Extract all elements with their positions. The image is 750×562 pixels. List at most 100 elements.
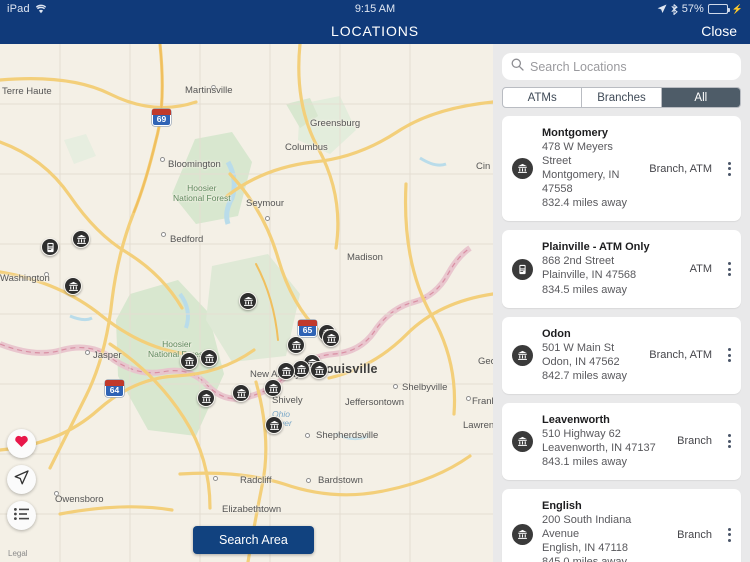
- map-pin-branch[interactable]: [310, 361, 328, 379]
- location-card[interactable]: English 200 South Indiana Avenue English, …: [502, 489, 741, 562]
- search-container: [493, 44, 750, 87]
- location-card[interactable]: Leavenworth 510 Highway 62 Leavenworth, IN…: [502, 402, 741, 481]
- location-card[interactable]: Montgomery 478 W Meyers Street Montgomery,…: [502, 116, 741, 222]
- map-city-dot: [211, 85, 216, 90]
- location-details: Leavenworth 510 Highway 62 Leavenworth, IN…: [542, 414, 664, 469]
- location-details: Montgomery 478 W Meyers Street Montgomery,…: [542, 127, 636, 210]
- locations-panel: ATMsBranchesAll Montgomery 478 W Meyers S…: [493, 44, 750, 562]
- map-city-dot: [213, 476, 218, 481]
- locations-list[interactable]: Montgomery 478 W Meyers Street Montgomery,…: [493, 116, 750, 562]
- map-city-dot: [54, 491, 59, 496]
- location-name: Plainville - ATM Only: [542, 241, 650, 254]
- status-bar: iPad 9:15 AM 57% ⚡: [0, 0, 750, 18]
- location-details: English 200 South Indiana Avenue English, …: [542, 500, 664, 562]
- location-card[interactable]: Plainville - ATM Only 868 2nd Street Plain…: [502, 230, 741, 308]
- location-name: Montgomery: [542, 127, 608, 139]
- map-city-dot: [265, 216, 270, 221]
- highway-shield-icon: 65: [298, 320, 317, 337]
- map-view[interactable]: Terre Haute Martinsville Bloomington Greens…: [0, 44, 493, 562]
- filter-tab-all[interactable]: All: [661, 88, 740, 107]
- map-pin-branch[interactable]: [277, 362, 295, 380]
- location-type-label: Branch, ATM: [649, 162, 712, 175]
- bank-building-icon: [512, 158, 533, 180]
- location-street: 501 W Main St: [542, 341, 615, 354]
- location-citystate: Plainville, IN 47568: [542, 269, 637, 282]
- bank-building-icon: [512, 524, 533, 546]
- locate-me-button[interactable]: [7, 465, 36, 494]
- location-name: Odon: [542, 327, 571, 340]
- battery-percent-label: 57%: [681, 3, 704, 15]
- location-arrow-icon: [657, 4, 667, 14]
- location-distance: 842.7 miles away: [542, 369, 627, 382]
- map-pin-branch[interactable]: [64, 277, 82, 295]
- map-city-dot: [85, 350, 90, 355]
- map-pin-branch[interactable]: [264, 379, 282, 397]
- map-pin-branch[interactable]: [239, 292, 257, 310]
- search-input[interactable]: [530, 59, 732, 74]
- map-pin-branch[interactable]: [232, 384, 250, 402]
- heart-icon: [14, 434, 29, 453]
- location-distance: 834.5 miles away: [542, 283, 627, 296]
- list-view-button[interactable]: [7, 501, 36, 530]
- map-city-dot: [160, 157, 165, 162]
- map-city-dot: [305, 433, 310, 438]
- location-type-label: Branch, ATM: [649, 349, 712, 362]
- map-controls: [7, 429, 36, 530]
- search-box[interactable]: [502, 53, 741, 80]
- location-citystate: English, IN 47118: [542, 542, 629, 555]
- bank-building-icon: [512, 430, 533, 452]
- favorites-button[interactable]: [7, 429, 36, 458]
- search-area-button[interactable]: Search Area: [193, 526, 314, 554]
- location-distance: 843.1 miles away: [542, 456, 627, 469]
- location-details: Odon 501 W Main St Odon, IN 47562 842.7 mil…: [542, 328, 636, 383]
- highway-shield-icon: 69: [152, 109, 171, 126]
- page-title: LOCATIONS: [331, 23, 419, 39]
- location-more-options-button[interactable]: [721, 434, 731, 449]
- location-street: 510 Highway 62: [542, 427, 621, 440]
- map-pin-branch[interactable]: [72, 230, 90, 248]
- location-more-options-button[interactable]: [721, 527, 731, 542]
- navigation-arrow-icon: [14, 469, 29, 490]
- map-city-dot: [466, 396, 471, 401]
- status-bar-right: 57% ⚡: [657, 3, 743, 15]
- location-street: 478 W Meyers Street: [542, 141, 613, 168]
- location-type-label: ATM: [689, 263, 712, 275]
- map-city-dot: [306, 478, 311, 483]
- navigation-bar: LOCATIONS Close: [0, 18, 750, 44]
- location-citystate: Montgomery, IN 47558: [542, 169, 620, 196]
- location-more-options-button[interactable]: [721, 262, 731, 276]
- location-card[interactable]: Odon 501 W Main St Odon, IN 47562 842.7 mil…: [502, 316, 741, 394]
- location-street: 868 2nd Street: [542, 255, 615, 268]
- filter-tab-branches[interactable]: Branches: [582, 88, 662, 107]
- map-pin-branch[interactable]: [180, 352, 198, 370]
- battery-icon: [707, 4, 730, 14]
- location-type-label: Branch: [677, 435, 712, 448]
- map-city-dot: [258, 507, 263, 512]
- search-icon: [511, 58, 524, 76]
- map-city-dot: [393, 384, 398, 389]
- location-citystate: Leavenworth, IN 47137: [542, 441, 656, 454]
- locations-screen: iPad 9:15 AM 57% ⚡ LOCATIONS Close Terre…: [0, 0, 750, 562]
- legal-link[interactable]: Legal: [8, 549, 28, 558]
- map-pin-branch[interactable]: [197, 389, 215, 407]
- location-distance: 832.4 miles away: [542, 197, 627, 210]
- segmented-control[interactable]: ATMs Branches All: [502, 87, 741, 108]
- location-name: English: [542, 500, 582, 513]
- close-button[interactable]: Close: [701, 23, 737, 39]
- location-more-options-button[interactable]: [721, 348, 731, 363]
- map-pin-branch[interactable]: [200, 349, 218, 367]
- bank-building-icon: [512, 344, 533, 366]
- status-bar-time: 9:15 AM: [354, 3, 396, 15]
- location-details: Plainville - ATM Only 868 2nd Street Plain…: [542, 241, 677, 296]
- location-more-options-button[interactable]: [721, 161, 731, 176]
- map-city-dot: [44, 272, 49, 277]
- filter-tab-atms[interactable]: ATMs: [503, 88, 583, 107]
- map-pin-branch[interactable]: [322, 329, 340, 347]
- highway-shield-icon: 64: [105, 380, 124, 397]
- map-pin-branch[interactable]: [287, 336, 305, 354]
- map-city-dot: [161, 232, 166, 237]
- bluetooth-icon: [671, 3, 678, 15]
- charging-bolt-icon: ⚡: [731, 3, 743, 14]
- map-pin-branch[interactable]: [265, 416, 283, 434]
- map-pin-atm[interactable]: [41, 238, 59, 256]
